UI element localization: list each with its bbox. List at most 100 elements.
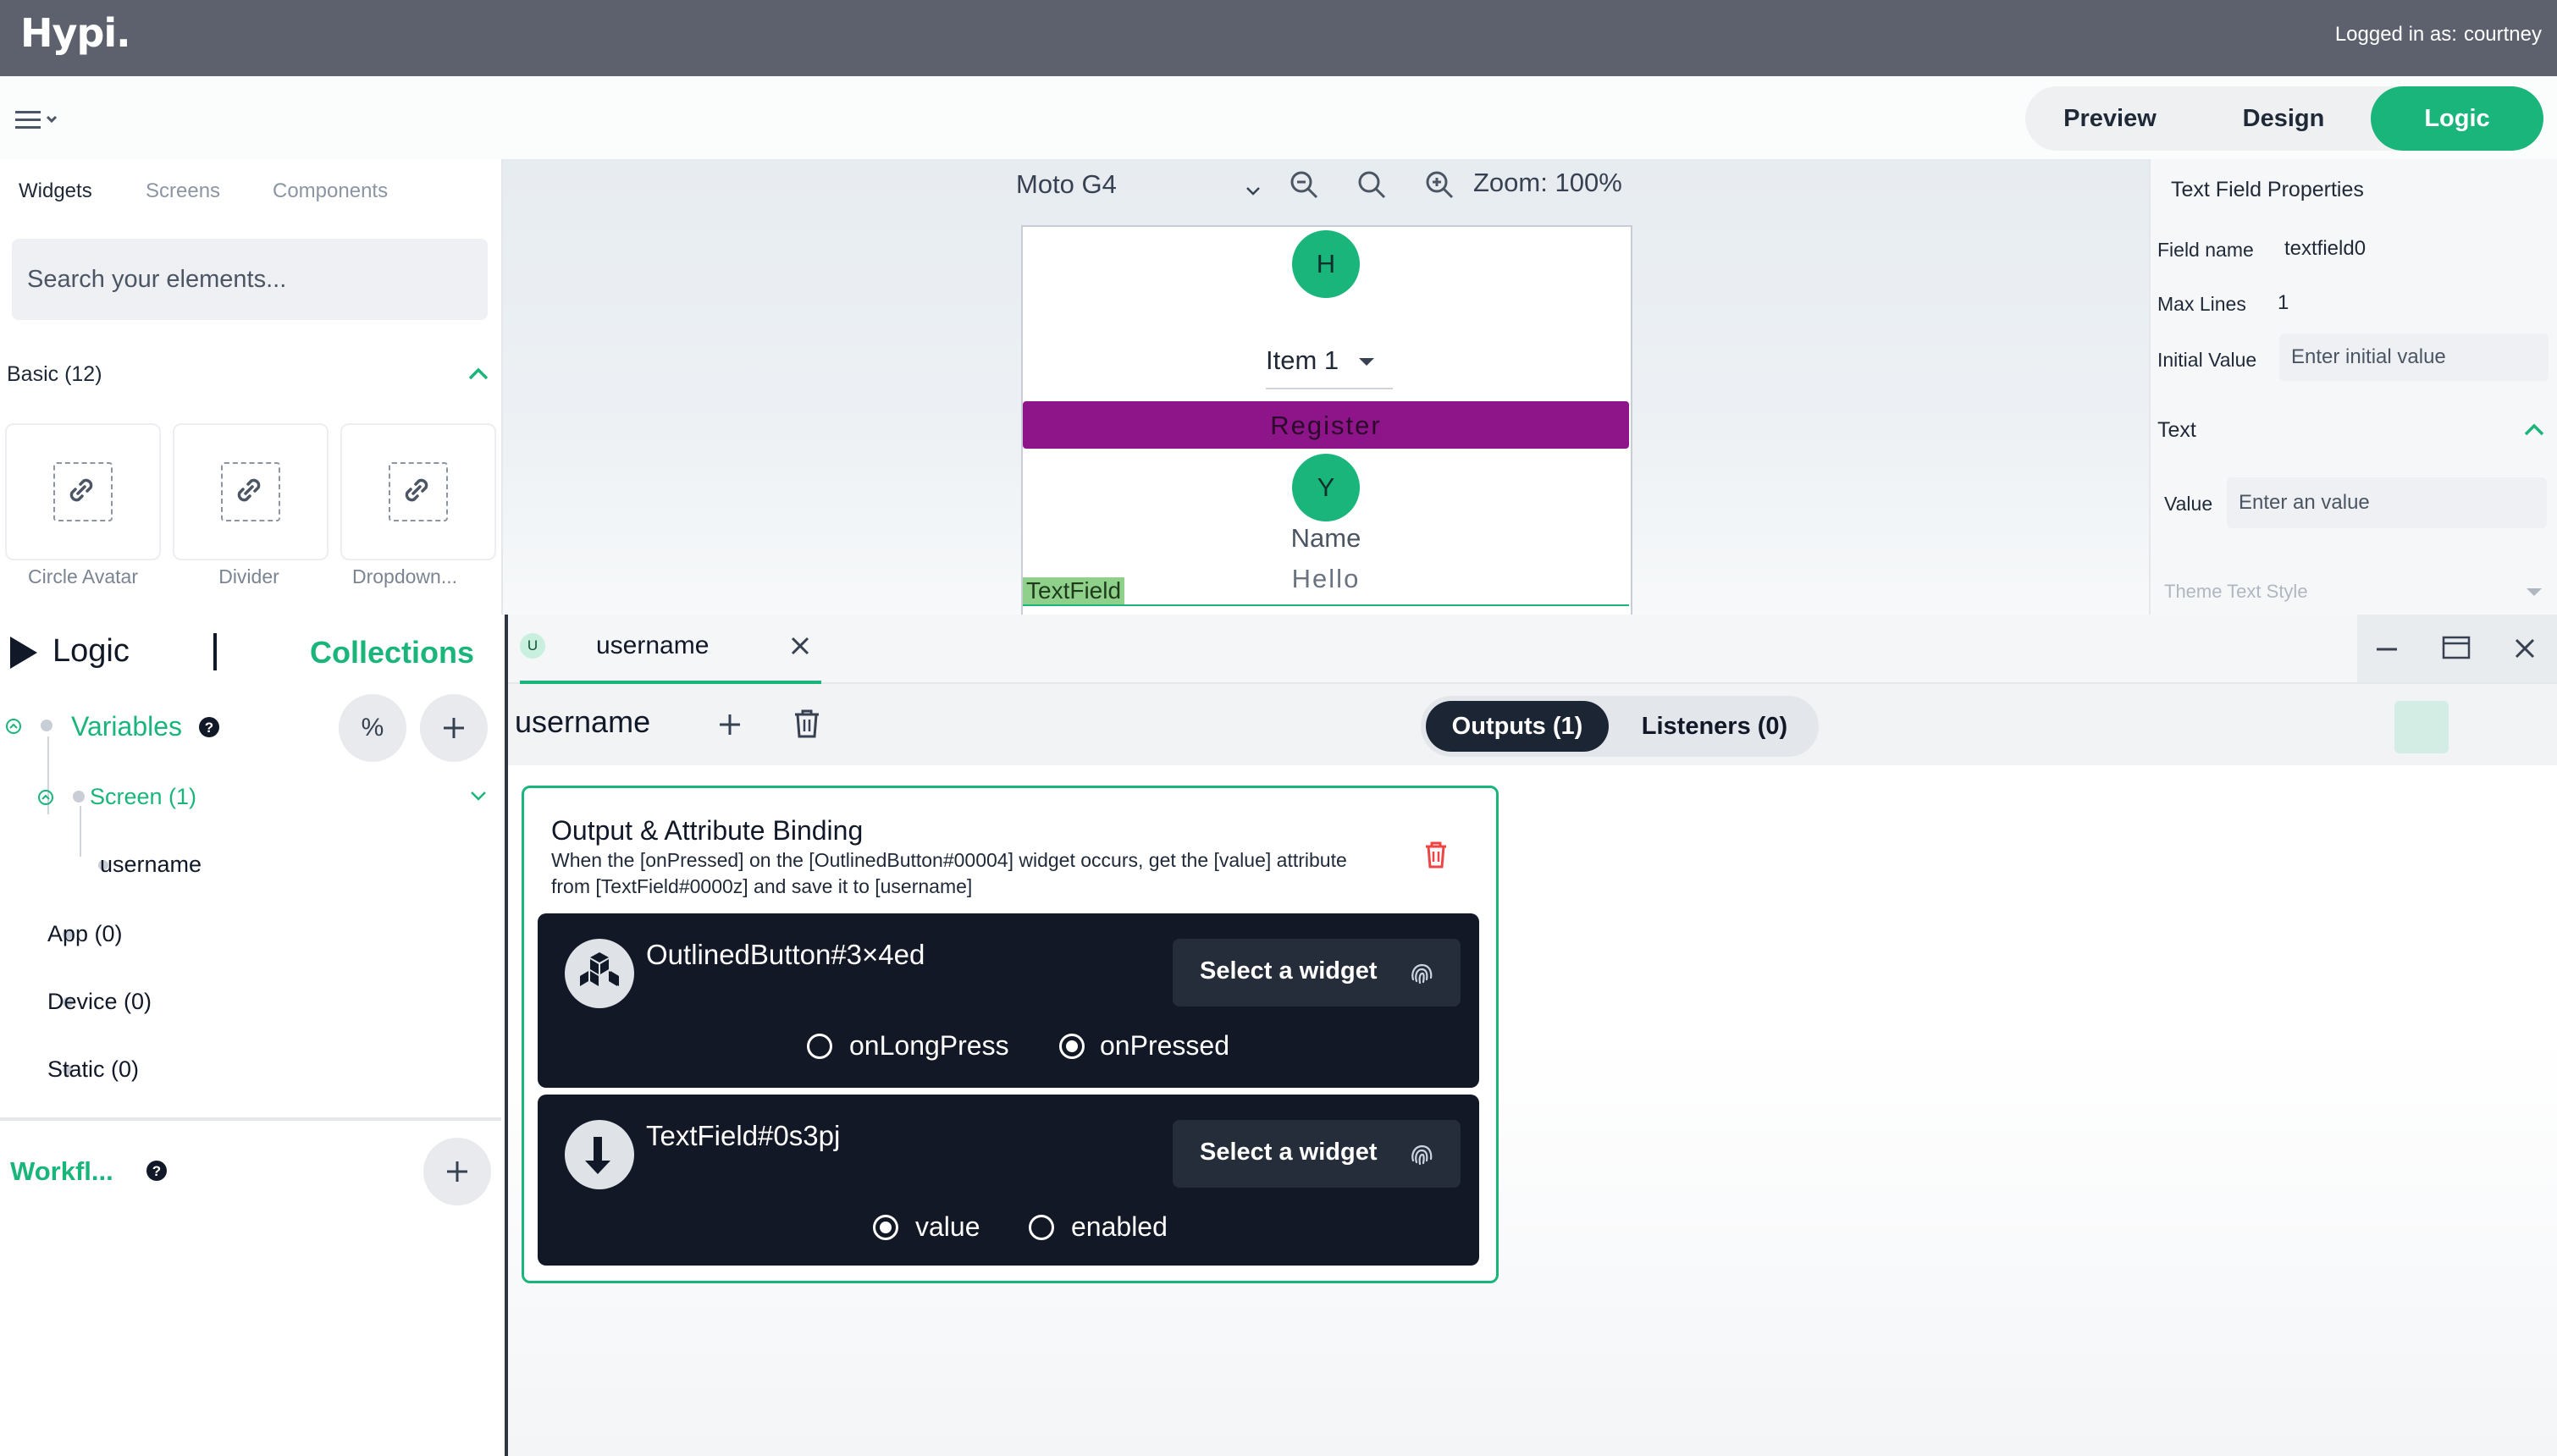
preview-register-button[interactable]: Register [1023,401,1629,449]
help-icon[interactable]: ? [146,1160,168,1182]
logic-panel: Logic Collections Variables ? % Screen (… [0,615,508,1456]
radio-label-onlongpress: onLongPress [849,1030,1009,1061]
preview-dropdown[interactable]: Item 1 [1266,345,1393,389]
chevron-up-icon[interactable] [467,366,489,381]
device-preview: H Item 1 Register Y Name Hello TextField [1021,225,1632,616]
menu-icon[interactable] [15,108,63,133]
caret-down-icon [1357,356,1376,367]
mode-switcher: Preview Design Logic [2025,86,2543,151]
cubes-icon [565,939,634,1008]
value-label: Value [2164,493,2213,515]
max-lines-label: Max Lines [2157,293,2246,315]
logic-tab[interactable]: Logic [52,633,130,670]
toolbar: Preview Design Logic [0,76,2557,161]
binding-description: When the [onPressed] on the [OutlinedBut… [551,849,1347,897]
add-variable-button[interactable] [420,694,488,762]
radio-label-enabled: enabled [1071,1211,1168,1242]
play-icon[interactable] [8,635,39,670]
close-icon[interactable] [2513,637,2537,660]
window-controls [2357,615,2557,682]
max-lines-value[interactable]: 1 [2278,291,2289,315]
source-widget-row: OutlinedButton#3×4ed Select a widget onL… [538,913,1479,1088]
username-label: courtney [2463,23,2542,46]
delete-icon[interactable] [1423,841,1449,869]
chevron-down-icon[interactable] [469,789,488,802]
field-name-label: Field name [2157,239,2254,261]
basic-group-label[interactable]: Basic (12) [7,362,102,387]
static-group-label[interactable]: Static (0) [47,1056,139,1083]
minimize-icon[interactable] [2374,637,2400,662]
help-icon[interactable]: ? [198,716,220,738]
radio-enabled[interactable] [1029,1215,1054,1240]
collections-tab[interactable]: Collections [310,635,474,670]
initial-value-label: Initial Value [2157,349,2257,371]
tree-line [80,806,81,857]
logged-in-label: Logged in as: [2334,23,2457,46]
workflows-label[interactable]: Workfl... [10,1156,113,1187]
link-icon [221,462,280,521]
variables-label[interactable]: Variables [71,711,182,742]
device-name: Moto G4 [1016,169,1117,199]
widget-label: Circle Avatar [28,565,138,587]
properties-panel: Text Field Properties Field name textfie… [2149,159,2557,615]
widget-label: Divider [218,565,279,587]
source-widget-name: OutlinedButton#3×4ed [646,939,925,970]
widgets-panel: Widgets Screens Components Basic (12) Ci… [0,159,503,615]
editor-tab-bar: U username [508,615,2557,684]
percent-button[interactable]: % [339,694,406,762]
close-icon[interactable] [789,635,811,657]
collapse-icon[interactable] [5,718,22,735]
caret-down-icon[interactable] [2525,586,2543,598]
zoom-in-icon[interactable] [1424,169,1455,200]
field-name-value[interactable]: textfield0 [2284,237,2366,261]
search-input[interactable] [12,239,488,320]
svg-text:?: ? [205,720,213,736]
tab-widgets[interactable]: Widgets [19,179,92,203]
tab-screens[interactable]: Screens [146,179,220,203]
text-section-label[interactable]: Text [2157,418,2196,443]
textfield-tag[interactable]: TextField [1023,577,1125,604]
widget-card-dropdown[interactable] [340,423,496,560]
value-input[interactable]: Enter an value [2227,477,2547,528]
widget-label: Dropdown... [351,565,457,587]
editor-header: username Outputs (1) Listeners (0) [508,684,2557,765]
collapse-icon[interactable] [37,789,54,806]
select-widget-button[interactable]: Select a widget [1173,939,1461,1007]
widget-card-circle-avatar[interactable] [5,423,161,560]
preview-button[interactable]: Preview [2025,86,2195,151]
preview-avatar-top[interactable]: H [1292,230,1360,298]
chevron-up-icon[interactable] [2523,422,2545,437]
widget-card-divider[interactable] [173,423,329,560]
theme-text-style-select[interactable]: Theme Text Style [2164,581,2308,603]
design-button[interactable]: Design [2195,86,2372,151]
target-widget-name: TextField#0s3pj [646,1120,841,1151]
binding-title: Output & Attribute Binding [551,815,864,846]
target-widget-row: TextField#0s3pj Select a widget value en… [538,1095,1479,1266]
initial-value-input[interactable]: Enter initial value [2279,334,2549,381]
trash-icon[interactable] [793,708,821,740]
tab-components[interactable]: Components [273,179,388,203]
app-group-label[interactable]: App (0) [47,921,123,947]
radio-value[interactable] [873,1215,898,1240]
tab-separator [213,633,217,670]
preview-avatar-bottom[interactable]: Y [1292,454,1360,521]
logic-button[interactable]: Logic [2371,86,2543,151]
radio-onlongpress[interactable] [807,1034,832,1059]
editor-tab-username[interactable]: U username [520,615,821,684]
zoom-out-icon[interactable] [1289,169,1319,200]
device-group-label[interactable]: Device (0) [47,989,152,1015]
device-select[interactable]: Moto G4 [1016,169,1117,200]
chevron-down-icon[interactable] [1245,185,1262,196]
screen-group-label[interactable]: Screen (1) [90,784,196,810]
svg-text:?: ? [152,1163,161,1179]
add-workflow-button[interactable] [423,1138,491,1205]
add-icon[interactable] [715,709,745,740]
radio-onpressed[interactable] [1059,1034,1085,1059]
zoom-reset-icon[interactable] [1356,169,1387,200]
outputs-tab[interactable]: Outputs (1) [1426,701,1609,752]
listeners-tab[interactable]: Listeners (0) [1617,701,1812,752]
variable-item-username[interactable]: username [100,852,202,878]
select-widget-button[interactable]: Select a widget [1173,1120,1461,1188]
maximize-icon[interactable] [2442,635,2471,660]
radio-label-value: value [915,1211,980,1242]
